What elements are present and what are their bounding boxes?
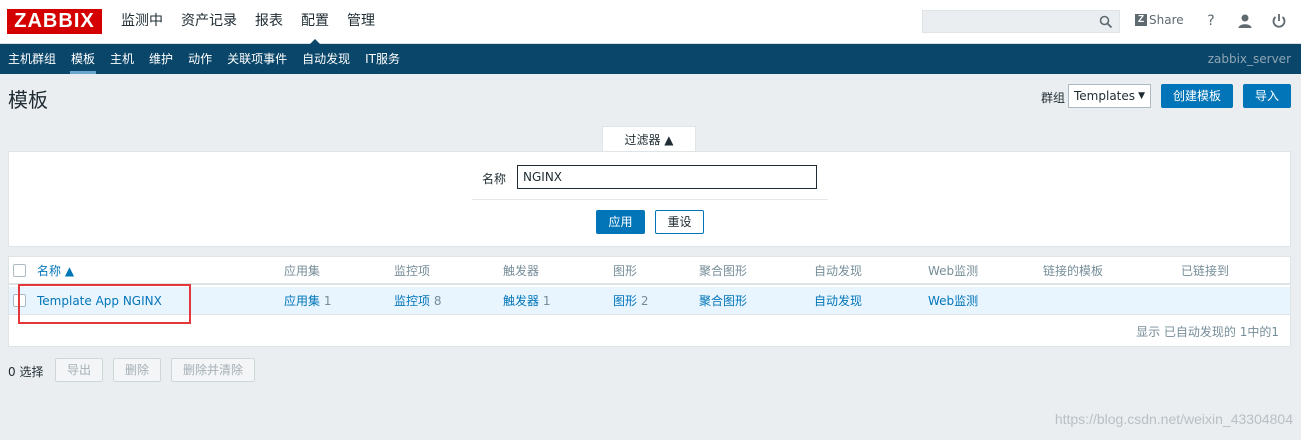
nav-monitoring[interactable]: 监测中 xyxy=(112,0,172,44)
table-header: 名称 ▲ 应用集 监控项 触发器 图形 聚合图形 自动发现 Web监测 链接的模… xyxy=(9,257,1290,285)
column-header-linked-templates: 链接的模板 xyxy=(1043,264,1104,278)
server-name: zabbix_server xyxy=(1207,52,1291,66)
triggers-link[interactable]: 触发器 xyxy=(503,294,539,308)
group-select[interactable]: Templates ▼ xyxy=(1068,84,1151,108)
filter-name-label: 名称 xyxy=(482,172,507,186)
triggers-count: 1 xyxy=(542,294,551,308)
filter-divider xyxy=(472,199,828,200)
filter-name-input[interactable]: NGINX xyxy=(517,165,817,189)
column-header-graphs: 图形 xyxy=(613,264,638,278)
group-filter-label: 群组 xyxy=(1041,91,1066,105)
discovery-link[interactable]: 自动发现 xyxy=(814,294,862,308)
zabbix-share-icon: Z xyxy=(1135,14,1147,26)
import-button[interactable]: 导入 xyxy=(1243,84,1291,108)
delete-and-clear-button[interactable]: 删除并清除 xyxy=(171,358,255,382)
main-nav: 监测中 资产记录 报表 配置 管理 xyxy=(112,0,384,45)
subnav-event-correlation[interactable]: 关联项事件 xyxy=(219,44,294,74)
select-all-checkbox[interactable] xyxy=(13,264,26,277)
apply-button[interactable]: 应用 xyxy=(596,210,645,234)
column-header-applications: 应用集 xyxy=(284,264,321,278)
subnav-it-services[interactable]: IT服务 xyxy=(357,44,407,74)
applications-link[interactable]: 应用集 xyxy=(284,294,320,308)
selected-count: 0 选择 xyxy=(8,365,44,379)
global-search-input[interactable] xyxy=(922,10,1120,33)
dropdown-arrow-icon: ▼ xyxy=(1138,91,1145,101)
subnav-host-groups[interactable]: 主机群组 xyxy=(0,44,63,74)
user-profile-icon[interactable] xyxy=(1236,12,1254,30)
templates-table: 名称 ▲ 应用集 监控项 触发器 图形 聚合图形 自动发现 Web监测 链接的模… xyxy=(8,256,1291,347)
export-button[interactable]: 导出 xyxy=(55,358,103,382)
sign-out-icon[interactable] xyxy=(1270,12,1288,30)
column-header-triggers: 触发器 xyxy=(503,264,540,278)
delete-button[interactable]: 删除 xyxy=(113,358,161,382)
nav-configuration[interactable]: 配置 xyxy=(292,0,338,45)
subnav-templates[interactable]: 模板 xyxy=(63,44,102,74)
column-header-discovery: 自动发现 xyxy=(814,264,863,278)
applications-count: 1 xyxy=(323,294,332,308)
subnav-maintenance[interactable]: 维护 xyxy=(141,44,180,74)
items-link[interactable]: 监控项 xyxy=(394,294,430,308)
table-row: Template App NGINX 应用集 1 监控项 8 触发器 1 图形 … xyxy=(9,287,1290,315)
column-header-screens: 聚合图形 xyxy=(699,264,748,278)
help-icon[interactable]: ? xyxy=(1202,12,1220,30)
share-link[interactable]: Z Share xyxy=(1135,13,1184,27)
reset-button[interactable]: 重设 xyxy=(655,210,704,234)
share-label: Share xyxy=(1149,13,1184,27)
watermark: https://blog.csdn.net/weixin_43304804 xyxy=(1054,411,1293,427)
filter-tab[interactable]: 过滤器 ▲ xyxy=(602,126,696,152)
sub-nav: 主机群组 模板 主机 维护 动作 关联项事件 自动发现 IT服务 zabbix_… xyxy=(0,44,1301,74)
column-header-web: Web监测 xyxy=(928,264,979,278)
screens-link[interactable]: 聚合图形 xyxy=(699,294,747,308)
graphs-count: 2 xyxy=(640,294,649,308)
subnav-discovery[interactable]: 自动发现 xyxy=(294,44,357,74)
filter-panel: 名称 NGINX 应用 重设 xyxy=(8,151,1291,247)
page-title: 模板 xyxy=(8,88,48,112)
column-header-linked-to: 已链接到 xyxy=(1181,264,1230,278)
annotation-highlight-box xyxy=(18,284,191,324)
table-footer-count: 显示 已自动发现的 1中的1 xyxy=(1136,325,1279,339)
nav-reports[interactable]: 报表 xyxy=(246,0,292,44)
nav-inventory[interactable]: 资产记录 xyxy=(172,0,246,44)
items-count: 8 xyxy=(433,294,442,308)
column-header-name[interactable]: 名称 ▲ xyxy=(37,257,74,285)
group-select-value: Templates xyxy=(1074,89,1136,103)
subnav-actions[interactable]: 动作 xyxy=(180,44,219,74)
create-template-button[interactable]: 创建模板 xyxy=(1161,84,1233,108)
web-link[interactable]: Web监测 xyxy=(928,294,978,308)
nav-administration[interactable]: 管理 xyxy=(338,0,384,44)
top-bar: ZABBIX 监测中 资产记录 报表 配置 管理 Z Share ? xyxy=(0,0,1301,45)
zabbix-logo[interactable]: ZABBIX xyxy=(7,9,102,34)
column-header-items: 监控项 xyxy=(394,264,431,278)
subnav-hosts[interactable]: 主机 xyxy=(102,44,141,74)
search-icon[interactable] xyxy=(1099,15,1113,29)
graphs-link[interactable]: 图形 xyxy=(613,294,637,308)
